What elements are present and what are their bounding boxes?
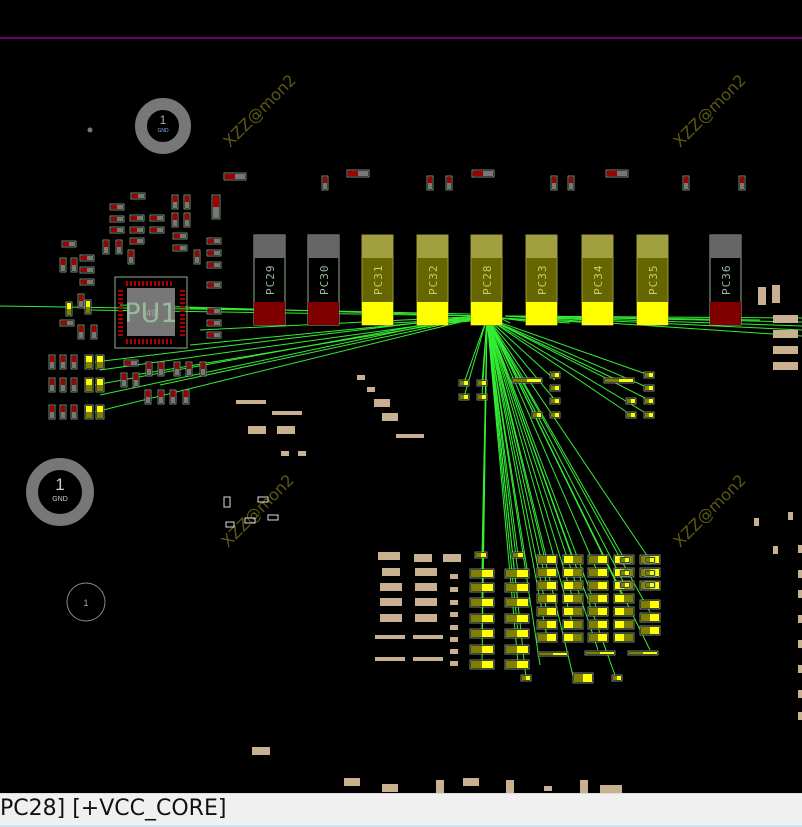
capacitor-pc31[interactable]: PC31 [362, 235, 393, 325]
ic-sub-label: 49 [146, 308, 156, 318]
capacitor-label: PC34 [592, 265, 605, 296]
mounting-hole-gnd-left[interactable]: 1 GND [32, 464, 88, 520]
hole-pin: 1 [160, 113, 167, 127]
via [88, 128, 93, 133]
status-bar: PC28] [+VCC_CORE] [0, 793, 802, 827]
capacitor-pc28[interactable]: PC28 [471, 235, 502, 325]
watermark: XZZ@mon2 [669, 471, 749, 551]
capacitor-label: PC30 [318, 265, 331, 296]
capacitor-label: PC29 [264, 265, 277, 296]
capacitor-label: PC28 [481, 265, 494, 296]
ic-pu1[interactable]: PU1 49 [115, 277, 187, 348]
ratsnest-lines [0, 305, 802, 678]
capacitor-label: PC35 [647, 265, 660, 296]
capacitor-label: PC36 [720, 265, 733, 296]
capacitor-label: PC33 [536, 265, 549, 296]
status-text: PC28] [+VCC_CORE] [0, 796, 226, 821]
capacitor-pc36[interactable]: PC36 [710, 235, 741, 325]
capacitor-pc30[interactable]: PC30 [308, 235, 339, 325]
capacitor-pc33[interactable]: PC33 [526, 235, 557, 325]
watermark: XZZ@mon2 [219, 71, 299, 151]
watermark: XZZ@mon2 [669, 71, 749, 151]
hole-net: GND [52, 496, 68, 503]
mounting-hole-small[interactable]: 1 [67, 583, 105, 621]
capacitor-row: PC29 PC30 PC31 PC32 PC28 PC33 PC34 PC35 PC36 [254, 235, 741, 325]
capacitor-label: PC32 [427, 265, 440, 296]
pcb-layout[interactable]: XZZ@mon2 XZZ@mon2 XZZ@mon2 XZZ@mon2 1 GN… [0, 0, 802, 793]
capacitor-label: PC31 [372, 265, 385, 296]
watermark: XZZ@mon2 [217, 471, 297, 551]
capacitor-pc32[interactable]: PC32 [417, 235, 448, 325]
hole-pin: 1 [55, 475, 64, 494]
hole-pin: 1 [83, 598, 88, 608]
mounting-hole-gnd-top[interactable]: 1 GND [141, 104, 185, 148]
capacitor-pc35[interactable]: PC35 [637, 235, 668, 325]
capacitor-pc29[interactable]: PC29 [254, 235, 285, 325]
hole-net: GND [157, 128, 169, 134]
capacitor-pc34[interactable]: PC34 [582, 235, 613, 325]
pcb-canvas[interactable]: XZZ@mon2 XZZ@mon2 XZZ@mon2 XZZ@mon2 1 GN… [0, 0, 802, 793]
